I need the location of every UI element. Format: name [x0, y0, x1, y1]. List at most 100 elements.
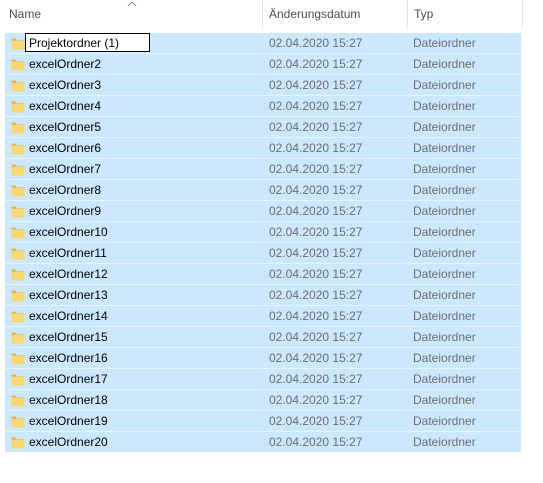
folder-icon — [11, 58, 25, 71]
folder-icon — [11, 310, 25, 323]
folder-icon — [11, 163, 25, 176]
item-date: 02.04.2020 15:27 — [269, 414, 363, 428]
item-date: 02.04.2020 15:27 — [269, 351, 363, 365]
list-item[interactable]: excelOrdner7 02.04.2020 15:27 Dateiordner — [5, 159, 521, 180]
list-item[interactable]: excelOrdner9 02.04.2020 15:27 Dateiordner — [5, 201, 521, 222]
rename-input[interactable] — [25, 33, 150, 52]
item-type: Dateiordner — [413, 351, 476, 365]
item-name: excelOrdner5 — [29, 120, 102, 134]
item-type: Dateiordner — [413, 57, 476, 71]
item-type: Dateiordner — [413, 267, 476, 281]
item-date: 02.04.2020 15:27 — [269, 246, 363, 260]
item-date: 02.04.2020 15:27 — [269, 288, 363, 302]
item-type: Dateiordner — [413, 393, 476, 407]
list-item[interactable]: excelOrdner16 02.04.2020 15:27 Dateiordner — [5, 348, 521, 369]
list-item[interactable]: excelOrdner13 02.04.2020 15:27 Dateiordner — [5, 285, 521, 306]
item-date: 02.04.2020 15:27 — [269, 99, 363, 113]
item-date: 02.04.2020 15:27 — [269, 204, 363, 218]
item-date: 02.04.2020 15:27 — [269, 57, 363, 71]
list-item[interactable]: 02.04.2020 15:27 Dateiordner — [5, 33, 521, 54]
folder-icon — [11, 331, 25, 344]
item-name: excelOrdner18 — [29, 393, 108, 407]
item-name: excelOrdner10 — [29, 225, 108, 239]
item-type: Dateiordner — [413, 162, 476, 176]
list-item[interactable]: excelOrdner8 02.04.2020 15:27 Dateiordner — [5, 180, 521, 201]
item-type: Dateiordner — [413, 204, 476, 218]
item-type: Dateiordner — [413, 246, 476, 260]
folder-icon — [11, 142, 25, 155]
list-item[interactable]: excelOrdner11 02.04.2020 15:27 Dateiordner — [5, 243, 521, 264]
item-type: Dateiordner — [413, 414, 476, 428]
file-list: 02.04.2020 15:27DateiordnerexcelOrdner20… — [5, 33, 521, 452]
item-type: Dateiordner — [413, 99, 476, 113]
list-item[interactable]: excelOrdner12 02.04.2020 15:27 Dateiordner — [5, 264, 521, 285]
item-date: 02.04.2020 15:27 — [269, 309, 363, 323]
folder-icon — [11, 268, 25, 281]
item-type: Dateiordner — [413, 120, 476, 134]
item-name: excelOrdner20 — [29, 435, 108, 449]
item-type: Dateiordner — [413, 288, 476, 302]
item-name: excelOrdner14 — [29, 309, 108, 323]
item-type: Dateiordner — [413, 372, 476, 386]
item-date: 02.04.2020 15:27 — [269, 225, 363, 239]
folder-icon — [11, 415, 25, 428]
folder-icon — [11, 352, 25, 365]
item-date: 02.04.2020 15:27 — [269, 78, 363, 92]
column-header-bar: Name Änderungsdatum Typ — [0, 0, 523, 30]
folder-icon — [11, 289, 25, 302]
item-name: excelOrdner9 — [29, 204, 102, 218]
item-date: 02.04.2020 15:27 — [269, 120, 363, 134]
item-date: 02.04.2020 15:27 — [269, 435, 363, 449]
item-name: excelOrdner6 — [29, 141, 102, 155]
item-name: excelOrdner11 — [29, 246, 107, 260]
folder-icon — [11, 226, 25, 239]
item-type: Dateiordner — [413, 183, 476, 197]
item-date: 02.04.2020 15:27 — [269, 141, 363, 155]
item-date: 02.04.2020 15:27 — [269, 330, 363, 344]
list-item[interactable]: excelOrdner5 02.04.2020 15:27 Dateiordner — [5, 117, 521, 138]
item-name: excelOrdner8 — [29, 183, 102, 197]
item-type: Dateiordner — [413, 435, 476, 449]
column-header-name[interactable]: Name — [0, 0, 262, 30]
column-header-date[interactable]: Änderungsdatum — [263, 0, 407, 30]
item-date: 02.04.2020 15:27 — [269, 267, 363, 281]
item-name: excelOrdner7 — [29, 162, 102, 176]
item-type: Dateiordner — [413, 78, 476, 92]
item-type: Dateiordner — [413, 141, 476, 155]
folder-icon — [11, 184, 25, 197]
folder-icon — [11, 436, 25, 449]
folder-icon — [11, 100, 25, 113]
column-header-type[interactable]: Typ — [408, 0, 522, 30]
list-item[interactable]: excelOrdner6 02.04.2020 15:27 Dateiordner — [5, 138, 521, 159]
list-item[interactable]: excelOrdner14 02.04.2020 15:27 Dateiordner — [5, 306, 521, 327]
item-name: excelOrdner3 — [29, 78, 102, 92]
item-name: excelOrdner4 — [29, 99, 102, 113]
list-item[interactable]: excelOrdner10 02.04.2020 15:27 Dateiordner — [5, 222, 521, 243]
list-item[interactable]: excelOrdner18 02.04.2020 15:27 Dateiordner — [5, 390, 521, 411]
list-item[interactable]: excelOrdner19 02.04.2020 15:27 Dateiordner — [5, 411, 521, 432]
column-divider[interactable] — [522, 0, 523, 30]
list-item[interactable]: excelOrdner15 02.04.2020 15:27 Dateiordner — [5, 327, 521, 348]
file-explorer-list: Name Änderungsdatum Typ 02.04.2020 15:27… — [0, 0, 543, 483]
item-type: Dateiordner — [413, 330, 476, 344]
item-name: excelOrdner17 — [29, 372, 108, 386]
folder-icon — [11, 394, 25, 407]
folder-icon — [11, 37, 25, 50]
item-name: excelOrdner2 — [29, 57, 102, 71]
list-item[interactable]: excelOrdner17 02.04.2020 15:27 Dateiordner — [5, 369, 521, 390]
folder-icon — [11, 247, 25, 260]
item-name: excelOrdner12 — [29, 267, 108, 281]
folder-icon — [11, 205, 25, 218]
list-item[interactable]: excelOrdner4 02.04.2020 15:27 Dateiordner — [5, 96, 521, 117]
list-item[interactable]: excelOrdner2 02.04.2020 15:27 Dateiordner — [5, 54, 521, 75]
item-date: 02.04.2020 15:27 — [269, 372, 363, 386]
item-type: Dateiordner — [413, 36, 476, 50]
item-name: excelOrdner16 — [29, 351, 108, 365]
folder-icon — [11, 373, 25, 386]
list-item[interactable]: excelOrdner20 02.04.2020 15:27 Dateiordner — [5, 432, 521, 453]
item-type: Dateiordner — [413, 225, 476, 239]
list-item[interactable]: excelOrdner3 02.04.2020 15:27 Dateiordner — [5, 75, 521, 96]
item-name: excelOrdner13 — [29, 288, 108, 302]
item-date: 02.04.2020 15:27 — [269, 162, 363, 176]
item-type: Dateiordner — [413, 309, 476, 323]
